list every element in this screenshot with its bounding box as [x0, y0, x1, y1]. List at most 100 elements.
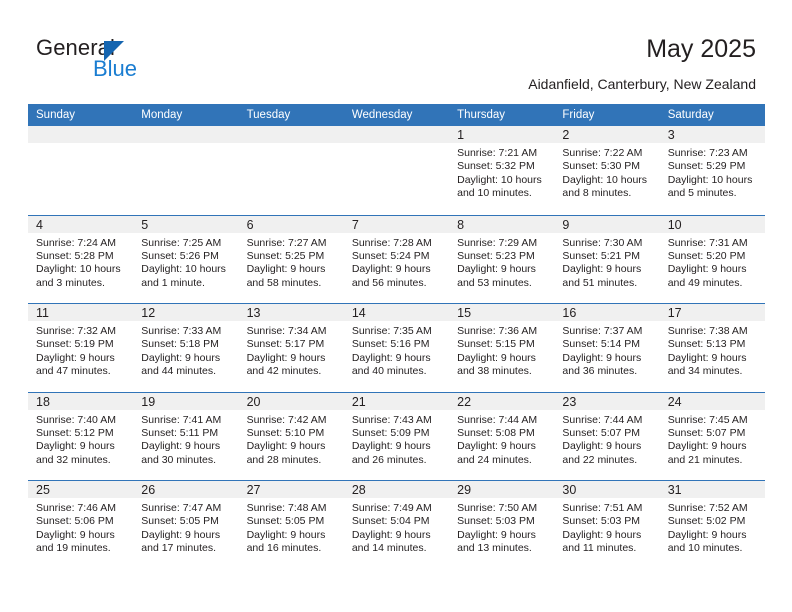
calendar-day-cell[interactable]: 24 Sunrise: 7:45 AM Sunset: 5:07 PM Dayligh…	[659, 392, 765, 481]
calendar-day-cell[interactable]: 19 Sunrise: 7:41 AM Sunset: 5:11 PM Dayligh…	[133, 392, 239, 481]
calendar-day-cell[interactable]: 17 Sunrise: 7:38 AM Sunset: 5:13 PM Dayligh…	[659, 304, 765, 392]
day-number-band: 8	[449, 215, 555, 233]
sunrise-text: Sunrise: 7:23 AM	[667, 147, 748, 159]
day-details: Sunrise: 7:40 AM Sunset: 5:12 PM Daylight:…	[28, 410, 133, 468]
day-details: Sunrise: 7:45 AM Sunset: 5:07 PM Daylight:…	[660, 410, 765, 468]
sunset-text: Sunset: 5:23 PM	[457, 249, 535, 262]
calendar-day-cell[interactable]: 11 Sunrise: 7:32 AM Sunset: 5:19 PM Dayligh…	[28, 304, 134, 392]
calendar-day-cell[interactable]: 29 Sunrise: 7:50 AM Sunset: 5:03 PM Dayligh…	[449, 481, 555, 569]
day-number-band: 3	[659, 126, 765, 143]
calendar-day-cell[interactable]: 9 Sunrise: 7:30 AM Sunset: 5:21 PM Daylight…	[554, 215, 660, 304]
daylight-text: Daylight: 9 hours	[457, 440, 536, 453]
daylight-text: Daylight: 10 hours	[667, 173, 753, 186]
calendar-day-cell[interactable]: 14 Sunrise: 7:35 AM Sunset: 5:16 PM Dayligh…	[343, 304, 450, 392]
sunset-text: Sunset: 5:14 PM	[562, 338, 641, 351]
calendar-day-cell[interactable]: 10 Sunrise: 7:31 AM Sunset: 5:20 PM Dayligh…	[659, 215, 765, 304]
day-details: Sunrise: 7:52 AM Sunset: 5:02 PM Daylight:…	[660, 498, 765, 556]
sunset-text: Sunset: 5:18 PM	[141, 338, 219, 351]
daylight-text: and 32 minutes.	[36, 453, 111, 466]
day-number: 20	[246, 394, 261, 409]
page-title: May 2025	[646, 35, 756, 63]
day-number-band: 6	[238, 215, 344, 233]
calendar-day-cell[interactable]: 16 Sunrise: 7:37 AM Sunset: 5:14 PM Dayligh…	[554, 304, 660, 392]
calendar-day-cell[interactable]: 22 Sunrise: 7:44 AM Sunset: 5:08 PM Dayligh…	[449, 392, 555, 481]
general-blue-logo[interactable]: General Blue	[36, 36, 266, 88]
calendar-day-cell[interactable]: 4 Sunrise: 7:24 AM Sunset: 5:28 PM Daylight…	[28, 215, 134, 304]
calendar-day-cell[interactable]: 30 Sunrise: 7:51 AM Sunset: 5:03 PM Dayligh…	[554, 481, 660, 569]
day-number: 18	[36, 394, 50, 409]
day-number-band: 10	[659, 215, 765, 233]
day-details: Sunrise: 7:49 AM Sunset: 5:04 PM Daylight:…	[344, 498, 449, 556]
day-number: 3	[667, 128, 675, 142]
sunset-text: Sunset: 5:06 PM	[36, 515, 114, 528]
calendar-day-cell[interactable]: 2 Sunrise: 7:22 AM Sunset: 5:30 PM Daylight…	[554, 126, 660, 215]
sunset-text: Sunset: 5:19 PM	[36, 338, 114, 351]
calendar-day-cell[interactable]: 15 Sunrise: 7:36 AM Sunset: 5:15 PM Dayligh…	[449, 304, 555, 392]
sunrise-text: Sunrise: 7:30 AM	[562, 236, 643, 249]
sunset-text: Sunset: 5:04 PM	[351, 515, 430, 528]
sunset-text: Sunset: 5:24 PM	[351, 249, 430, 262]
day-number-band: 21	[343, 392, 450, 410]
daylight-text: Daylight: 9 hours	[667, 440, 747, 453]
sunrise-text: Sunrise: 7:43 AM	[351, 413, 432, 426]
day-details: Sunrise: 7:48 AM Sunset: 5:05 PM Daylight:…	[239, 498, 344, 556]
calendar-day-cell[interactable]: 3 Sunrise: 7:23 AM Sunset: 5:29 PM Daylight…	[659, 126, 765, 215]
calendar-day-cell[interactable]: 28 Sunrise: 7:49 AM Sunset: 5:04 PM Dayligh…	[343, 481, 450, 569]
day-details	[133, 143, 238, 147]
day-number: 15	[457, 306, 472, 320]
sunset-text: Sunset: 5:07 PM	[562, 426, 641, 439]
sunset-text: Sunset: 5:02 PM	[667, 515, 746, 528]
sunset-text: Sunset: 5:30 PM	[562, 160, 641, 173]
sunrise-text: Sunrise: 7:48 AM	[246, 502, 327, 514]
sunrise-text: Sunrise: 7:41 AM	[141, 413, 222, 426]
daylight-text: Daylight: 9 hours	[667, 528, 747, 541]
day-number: 25	[36, 483, 50, 497]
day-number-band: 7	[343, 215, 450, 233]
day-number: 24	[667, 394, 682, 409]
daylight-text: Daylight: 9 hours	[36, 351, 115, 364]
calendar-week-row: 18 Sunrise: 7:40 AM Sunset: 5:12 PM Dayligh…	[28, 391, 765, 481]
day-number-band: 13	[238, 304, 344, 321]
calendar-day-cell[interactable]: 18 Sunrise: 7:40 AM Sunset: 5:12 PM Dayligh…	[28, 392, 134, 481]
day-number: 19	[141, 394, 156, 409]
weekday-header-row: Sunday Monday Tuesday Wednesday Thursday Frid…	[28, 104, 765, 126]
calendar-day-cell[interactable]: 31 Sunrise: 7:52 AM Sunset: 5:02 PM Dayligh…	[659, 481, 765, 569]
daylight-text: and 42 minutes.	[246, 365, 322, 378]
day-number: 9	[562, 217, 570, 232]
weekday-header-thursday: Thursday	[457, 109, 506, 121]
day-details: Sunrise: 7:51 AM Sunset: 5:03 PM Daylight:…	[554, 498, 659, 556]
sunrise-text: Sunrise: 7:52 AM	[667, 502, 748, 514]
calendar-day-cell[interactable]: 21 Sunrise: 7:43 AM Sunset: 5:09 PM Dayligh…	[343, 392, 450, 481]
daylight-text: and 13 minutes.	[457, 542, 532, 555]
calendar-day-cell[interactable]: 12 Sunrise: 7:33 AM Sunset: 5:18 PM Dayligh…	[133, 304, 239, 392]
daylight-text: Daylight: 9 hours	[562, 440, 642, 453]
calendar-day-cell[interactable]: 26 Sunrise: 7:47 AM Sunset: 5:05 PM Dayligh…	[133, 481, 239, 569]
day-details: Sunrise: 7:27 AM Sunset: 5:25 PM Daylight:…	[239, 233, 344, 291]
day-details: Sunrise: 7:35 AM Sunset: 5:16 PM Daylight:…	[344, 321, 449, 379]
sunset-text: Sunset: 5:08 PM	[457, 426, 535, 439]
calendar-day-cell[interactable]: 6 Sunrise: 7:27 AM Sunset: 5:25 PM Daylight…	[238, 215, 344, 304]
day-number-band: 28	[343, 481, 450, 498]
sunrise-text: Sunrise: 7:51 AM	[562, 502, 643, 514]
calendar-day-cell[interactable]: 8 Sunrise: 7:29 AM Sunset: 5:23 PM Daylight…	[449, 215, 555, 304]
calendar-day-cell[interactable]: 7 Sunrise: 7:28 AM Sunset: 5:24 PM Daylight…	[343, 215, 450, 304]
calendar-day-cell[interactable]: 13 Sunrise: 7:34 AM Sunset: 5:17 PM Dayligh…	[238, 304, 344, 392]
calendar-day-cell[interactable]: 25 Sunrise: 7:46 AM Sunset: 5:06 PM Dayligh…	[28, 481, 134, 569]
calendar-day-cell[interactable]: 23 Sunrise: 7:44 AM Sunset: 5:07 PM Dayligh…	[554, 392, 660, 481]
calendar-week-row: 1 Sunrise: 7:21 AM Sunset: 5:32 PM Daylight…	[28, 126, 765, 215]
day-number: 11	[36, 306, 49, 320]
day-number: 1	[457, 128, 465, 142]
day-number: 21	[351, 394, 366, 409]
daylight-text: Daylight: 9 hours	[457, 351, 536, 364]
sunset-text: Sunset: 5:07 PM	[667, 426, 746, 439]
daylight-text: and 17 minutes.	[141, 542, 216, 555]
calendar-day-cell[interactable]: 27 Sunrise: 7:48 AM Sunset: 5:05 PM Dayligh…	[238, 481, 344, 569]
calendar-day-cell[interactable]: 20 Sunrise: 7:42 AM Sunset: 5:10 PM Dayligh…	[238, 392, 344, 481]
day-number-band: 19	[133, 392, 239, 410]
calendar-day-cell[interactable]: 5 Sunrise: 7:25 AM Sunset: 5:26 PM Daylight…	[133, 215, 239, 304]
day-details: Sunrise: 7:46 AM Sunset: 5:06 PM Daylight:…	[28, 498, 133, 556]
calendar-day-cell[interactable]: 1 Sunrise: 7:21 AM Sunset: 5:32 PM Daylight…	[449, 126, 555, 215]
sunset-text: Sunset: 5:12 PM	[36, 426, 114, 439]
day-details: Sunrise: 7:43 AM Sunset: 5:09 PM Daylight:…	[344, 410, 449, 468]
page-header: General Blue May 2025 Aidanfield, Canter…	[0, 0, 792, 100]
